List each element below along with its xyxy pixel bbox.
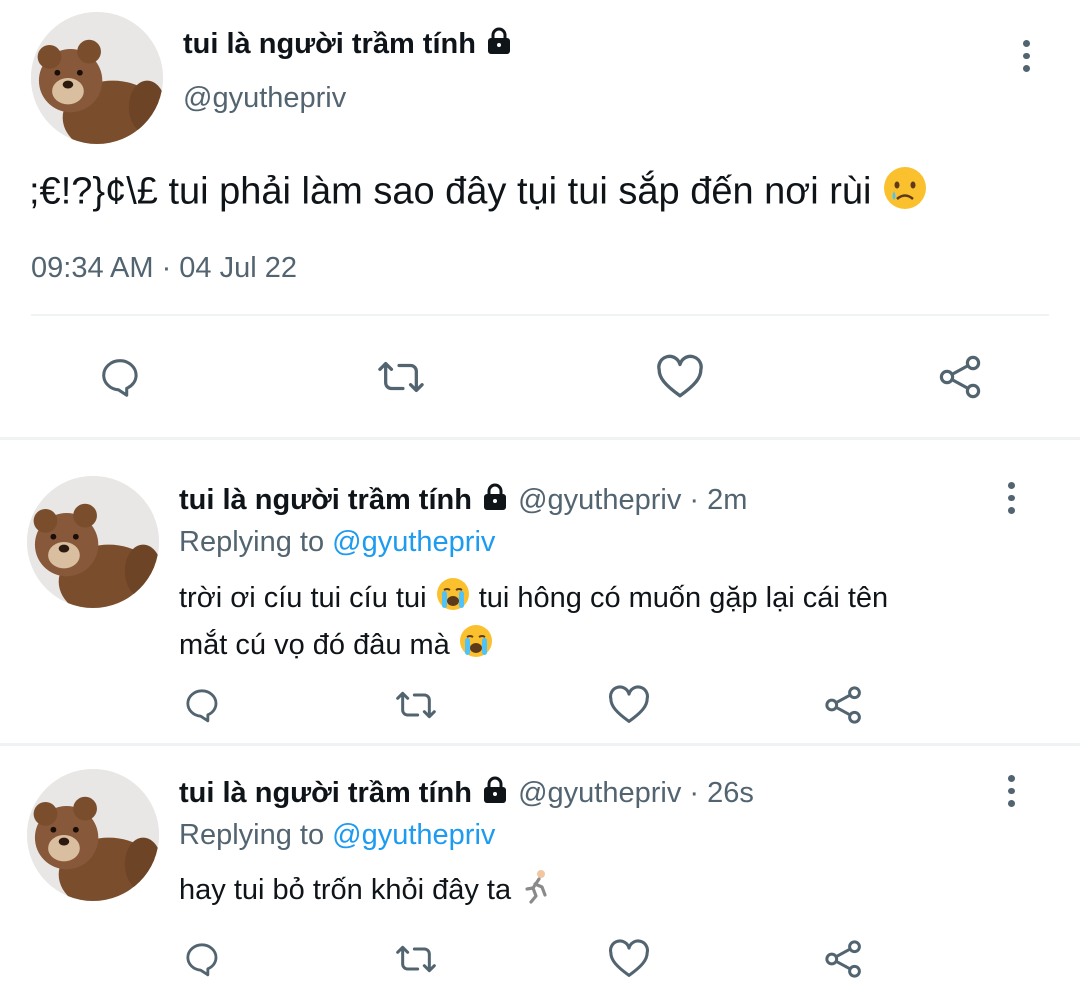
heart-icon [609,939,649,977]
more-icon[interactable] [1001,482,1021,515]
more-icon[interactable] [1016,40,1036,73]
handle[interactable]: @gyuthepriv [183,80,346,116]
reply-button[interactable] [180,938,224,980]
lock-icon [480,775,510,814]
replying-to: Replying to @gyuthepriv [179,819,496,851]
share-icon [825,940,861,978]
reply-icon [102,359,138,397]
retweet-icon [378,361,424,393]
reply-text: hay tui bỏ trốn khỏi đây ta [179,868,555,915]
divider [0,743,1080,746]
tweet-text: ;€!?}¢\£ tui phải làm sao đây tụi tui sắ… [29,165,928,222]
reply-icon [186,943,218,977]
share-icon [825,686,861,724]
loudly-crying-face-emoji [435,576,471,623]
handle[interactable]: @gyuthepriv [518,484,681,516]
reply-text: trời ơi cíu tui cíu tui tui hông có muốn… [179,576,888,670]
loudly-crying-face-emoji [458,623,494,670]
relative-time: · 26s [689,777,754,810]
retweet-icon [396,945,436,973]
like-button[interactable] [654,352,706,402]
replying-to-link[interactable]: @gyuthepriv [332,526,495,558]
replying-to: Replying to @gyuthepriv [179,526,496,558]
display-name[interactable]: tui là người trầm tính [179,777,472,809]
reply-header: tui là người trầm tính @gyuthepriv · 2m [179,482,747,521]
display-name[interactable]: tui là người trầm tính [183,26,514,65]
timestamp[interactable]: 09:34 AM · 04 Jul 22 [31,250,297,286]
like-button[interactable] [606,938,652,980]
reply-button[interactable] [180,684,224,726]
relative-time: · 2m [689,484,748,517]
more-icon[interactable] [1001,775,1021,808]
person-running-emoji [519,868,555,915]
share-button[interactable] [822,938,866,980]
reply-button[interactable] [94,352,146,402]
retweet-button[interactable] [373,352,429,402]
lock-icon [484,26,514,65]
crying-face-emoji [882,165,928,222]
retweet-icon [396,691,436,719]
heart-icon [609,685,649,723]
share-icon [939,355,981,399]
share-button[interactable] [936,352,986,402]
handle[interactable]: @gyuthepriv [518,777,681,809]
divider [0,437,1080,440]
share-button[interactable] [822,684,866,726]
avatar[interactable] [27,476,159,608]
lock-icon [480,482,510,521]
reply-icon [186,689,218,723]
divider [31,314,1049,316]
like-button[interactable] [606,684,652,726]
reply-header: tui là người trầm tính @gyuthepriv · 26s [179,775,754,814]
retweet-button[interactable] [392,938,440,980]
avatar[interactable] [27,769,159,901]
retweet-button[interactable] [392,684,440,726]
replying-to-link[interactable]: @gyuthepriv [332,819,495,851]
heart-icon [657,354,703,398]
display-name[interactable]: tui là người trầm tính [179,484,472,516]
avatar[interactable] [31,12,163,144]
